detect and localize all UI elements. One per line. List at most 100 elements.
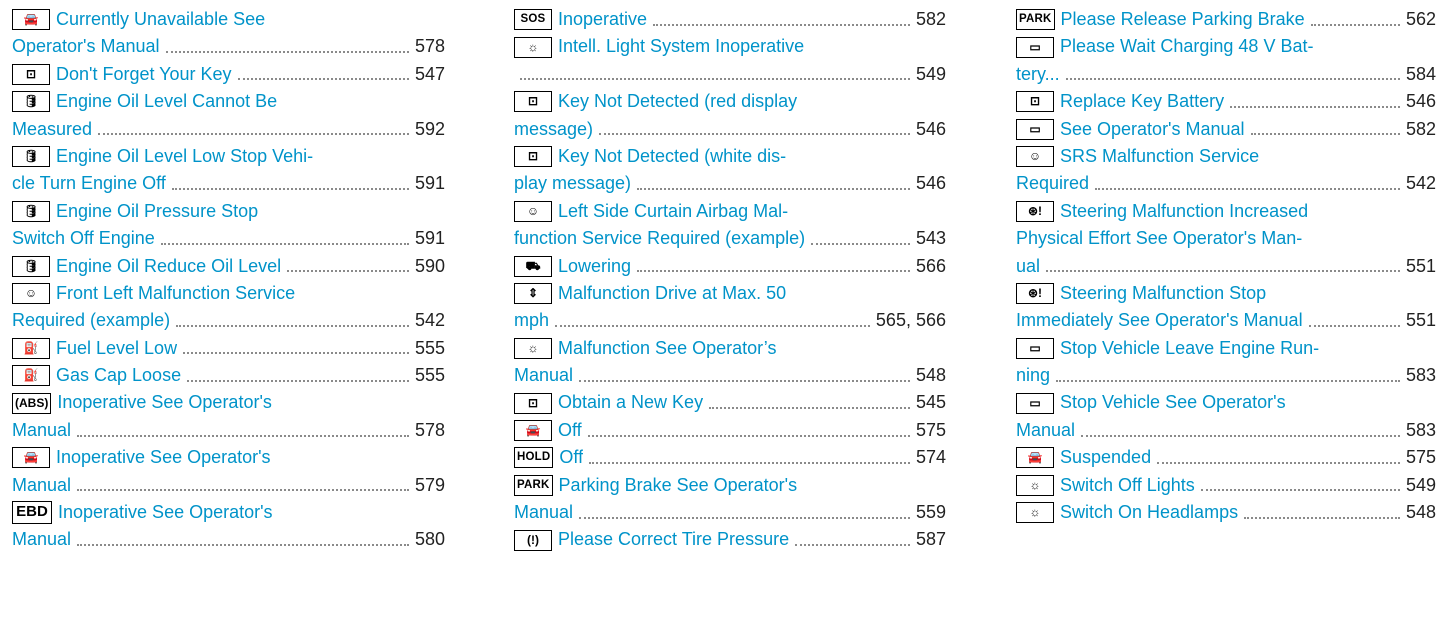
index-entry-label[interactable]: Don't Forget Your Key xyxy=(56,61,232,88)
index-entry-label[interactable]: Suspended xyxy=(1060,444,1151,471)
index-entry-label[interactable]: Malfunction See Operator’s xyxy=(558,335,776,362)
index-entry-label[interactable]: play message) xyxy=(514,170,631,197)
index-entry-line[interactable]: ☺ Left Side Curtain Airbag Mal- xyxy=(514,198,946,225)
index-entry-line[interactable]: (!) Please Correct Tire Pressure 587 xyxy=(514,526,946,553)
index-entry-label[interactable]: Lowering xyxy=(558,253,631,280)
index-entry-line[interactable]: 549 xyxy=(514,61,946,88)
index-entry-line[interactable]: Switch Off Engine 591 xyxy=(12,225,445,252)
index-entry-line[interactable]: play message) 546 xyxy=(514,170,946,197)
index-entry-label[interactable]: Manual xyxy=(12,417,71,444)
index-entry-line[interactable]: Manual 548 xyxy=(514,362,946,389)
index-entry-label[interactable]: Required (example) xyxy=(12,307,170,334)
index-entry-line[interactable]: Manual 559 xyxy=(514,499,946,526)
index-entry-label[interactable]: Manual xyxy=(1016,417,1075,444)
index-entry-line[interactable]: ⛽ Fuel Level Low 555 xyxy=(12,335,445,362)
index-entry-line[interactable]: ☼ Switch On Headlamps 548 xyxy=(1016,499,1436,526)
index-entry-label[interactable]: Steering Malfunction Increased xyxy=(1060,198,1308,225)
index-entry-line[interactable]: Immediately See Operator's Manual 551 xyxy=(1016,307,1436,334)
index-entry-label[interactable]: Engine Oil Level Low Stop Vehi- xyxy=(56,143,313,170)
index-entry-label[interactable]: Please Correct Tire Pressure xyxy=(558,526,789,553)
index-entry-line[interactable]: ☺ SRS Malfunction Service xyxy=(1016,143,1436,170)
index-entry-label[interactable]: Immediately See Operator's Manual xyxy=(1016,307,1303,334)
index-entry-label[interactable]: Inoperative See Operator's xyxy=(56,444,271,471)
index-entry-label[interactable]: Currently Unavailable See xyxy=(56,6,265,33)
index-entry-line[interactable]: HOLD Off 574 xyxy=(514,444,946,471)
index-entry-line[interactable]: Physical Effort See Operator's Man- xyxy=(1016,225,1436,252)
index-entry-label[interactable]: Key Not Detected (white dis- xyxy=(558,143,786,170)
index-entry-label[interactable]: Parking Brake See Operator's xyxy=(559,472,798,499)
index-entry-line[interactable]: ⛟ Lowering 566 xyxy=(514,253,946,280)
index-entry-label[interactable]: Off xyxy=(558,417,582,444)
index-entry-line[interactable]: ☼ Switch Off Lights 549 xyxy=(1016,472,1436,499)
index-entry-label[interactable]: Fuel Level Low xyxy=(56,335,177,362)
index-entry-label[interactable]: Obtain a New Key xyxy=(558,389,703,416)
index-entry-label[interactable]: Please Wait Charging 48 V Bat- xyxy=(1060,33,1313,60)
index-entry-line[interactable]: ⊡ Key Not Detected (white dis- xyxy=(514,143,946,170)
index-entry-line[interactable]: ▭ Stop Vehicle Leave Engine Run- xyxy=(1016,335,1436,362)
index-entry-line[interactable]: message) 546 xyxy=(514,116,946,143)
index-entry-label[interactable]: Left Side Curtain Airbag Mal- xyxy=(558,198,788,225)
index-entry-line[interactable]: cle Turn Engine Off 591 xyxy=(12,170,445,197)
index-entry-line[interactable]: PARK Parking Brake See Operator's xyxy=(514,472,946,499)
index-entry-line[interactable]: SOS Inoperative 582 xyxy=(514,6,946,33)
index-entry-label[interactable]: Inoperative See Operator's xyxy=(58,499,273,526)
index-entry-label[interactable]: Operator's Manual xyxy=(12,33,160,60)
index-entry-line[interactable]: ☺ Front Left Malfunction Service xyxy=(12,280,445,307)
index-entry-label[interactable]: Switch Off Lights xyxy=(1060,472,1195,499)
index-entry-label[interactable]: Engine Oil Pressure Stop xyxy=(56,198,258,225)
index-entry-line[interactable]: 🚘 Suspended 575 xyxy=(1016,444,1436,471)
index-entry-label[interactable]: Manual xyxy=(514,499,573,526)
index-entry-line[interactable]: 🛢 Engine Oil Level Low Stop Vehi- xyxy=(12,143,445,170)
index-entry-line[interactable]: 🛢 Engine Oil Reduce Oil Level 590 xyxy=(12,253,445,280)
index-entry-label[interactable]: function Service Required (example) xyxy=(514,225,805,252)
index-entry-label[interactable]: Required xyxy=(1016,170,1089,197)
index-entry-label[interactable]: Switch On Headlamps xyxy=(1060,499,1238,526)
index-entry-line[interactable]: Manual 580 xyxy=(12,526,445,553)
index-entry-line[interactable]: Measured 592 xyxy=(12,116,445,143)
index-entry-line[interactable]: ual 551 xyxy=(1016,253,1436,280)
index-entry-line[interactable]: ning 583 xyxy=(1016,362,1436,389)
index-entry-label[interactable]: Gas Cap Loose xyxy=(56,362,181,389)
index-entry-label[interactable]: Intell. Light System Inoperative xyxy=(558,33,804,60)
index-entry-line[interactable]: 🛢 Engine Oil Level Cannot Be xyxy=(12,88,445,115)
index-entry-label[interactable]: Manual xyxy=(514,362,573,389)
index-entry-label[interactable]: cle Turn Engine Off xyxy=(12,170,166,197)
index-entry-line[interactable]: 🛢 Engine Oil Pressure Stop xyxy=(12,198,445,225)
index-entry-label[interactable]: ual xyxy=(1016,253,1040,280)
index-entry-label[interactable]: mph xyxy=(514,307,549,334)
index-entry-label[interactable]: Engine Oil Reduce Oil Level xyxy=(56,253,281,280)
index-entry-label[interactable]: Stop Vehicle Leave Engine Run- xyxy=(1060,335,1319,362)
index-entry-label[interactable]: ning xyxy=(1016,362,1050,389)
index-entry-line[interactable]: ▭ See Operator's Manual 582 xyxy=(1016,116,1436,143)
index-entry-line[interactable]: mph 565, 566 xyxy=(514,307,946,334)
index-entry-label[interactable]: Stop Vehicle See Operator's xyxy=(1060,389,1286,416)
index-entry-line[interactable]: Required 542 xyxy=(1016,170,1436,197)
index-entry-label[interactable]: Please Release Parking Brake xyxy=(1061,6,1305,33)
index-entry-label[interactable]: Replace Key Battery xyxy=(1060,88,1224,115)
index-entry-label[interactable]: tery... xyxy=(1016,61,1060,88)
index-entry-line[interactable]: Required (example) 542 xyxy=(12,307,445,334)
index-entry-label[interactable]: Engine Oil Level Cannot Be xyxy=(56,88,277,115)
index-entry-label[interactable]: Inoperative xyxy=(558,6,647,33)
index-entry-line[interactable]: ▭ Stop Vehicle See Operator's xyxy=(1016,389,1436,416)
index-entry-line[interactable]: ⊡ Replace Key Battery 546 xyxy=(1016,88,1436,115)
index-entry-label[interactable]: Steering Malfunction Stop xyxy=(1060,280,1266,307)
index-entry-label[interactable]: SRS Malfunction Service xyxy=(1060,143,1259,170)
index-entry-line[interactable]: ☼ Malfunction See Operator’s xyxy=(514,335,946,362)
index-entry-line[interactable]: ⊡ Obtain a New Key 545 xyxy=(514,389,946,416)
index-entry-label[interactable]: message) xyxy=(514,116,593,143)
index-entry-line[interactable]: ⊡ Key Not Detected (red display xyxy=(514,88,946,115)
index-entry-line[interactable]: tery... 584 xyxy=(1016,61,1436,88)
index-entry-line[interactable]: 🚘 Inoperative See Operator's xyxy=(12,444,445,471)
index-entry-label[interactable]: Front Left Malfunction Service xyxy=(56,280,295,307)
index-entry-label[interactable]: Switch Off Engine xyxy=(12,225,155,252)
index-entry-line[interactable]: (ABS) Inoperative See Operator's xyxy=(12,389,445,416)
index-entry-label[interactable]: Malfunction Drive at Max. 50 xyxy=(558,280,786,307)
index-entry-line[interactable]: 🚘 Currently Unavailable See xyxy=(12,6,445,33)
index-entry-line[interactable]: ⊡ Don't Forget Your Key 547 xyxy=(12,61,445,88)
index-entry-line[interactable]: ☼ Intell. Light System Inoperative xyxy=(514,33,946,60)
index-entry-line[interactable]: PARK Please Release Parking Brake 562 xyxy=(1016,6,1436,33)
index-entry-line[interactable]: Manual 579 xyxy=(12,472,445,499)
index-entry-label[interactable]: Manual xyxy=(12,526,71,553)
index-entry-line[interactable]: Manual 583 xyxy=(1016,417,1436,444)
